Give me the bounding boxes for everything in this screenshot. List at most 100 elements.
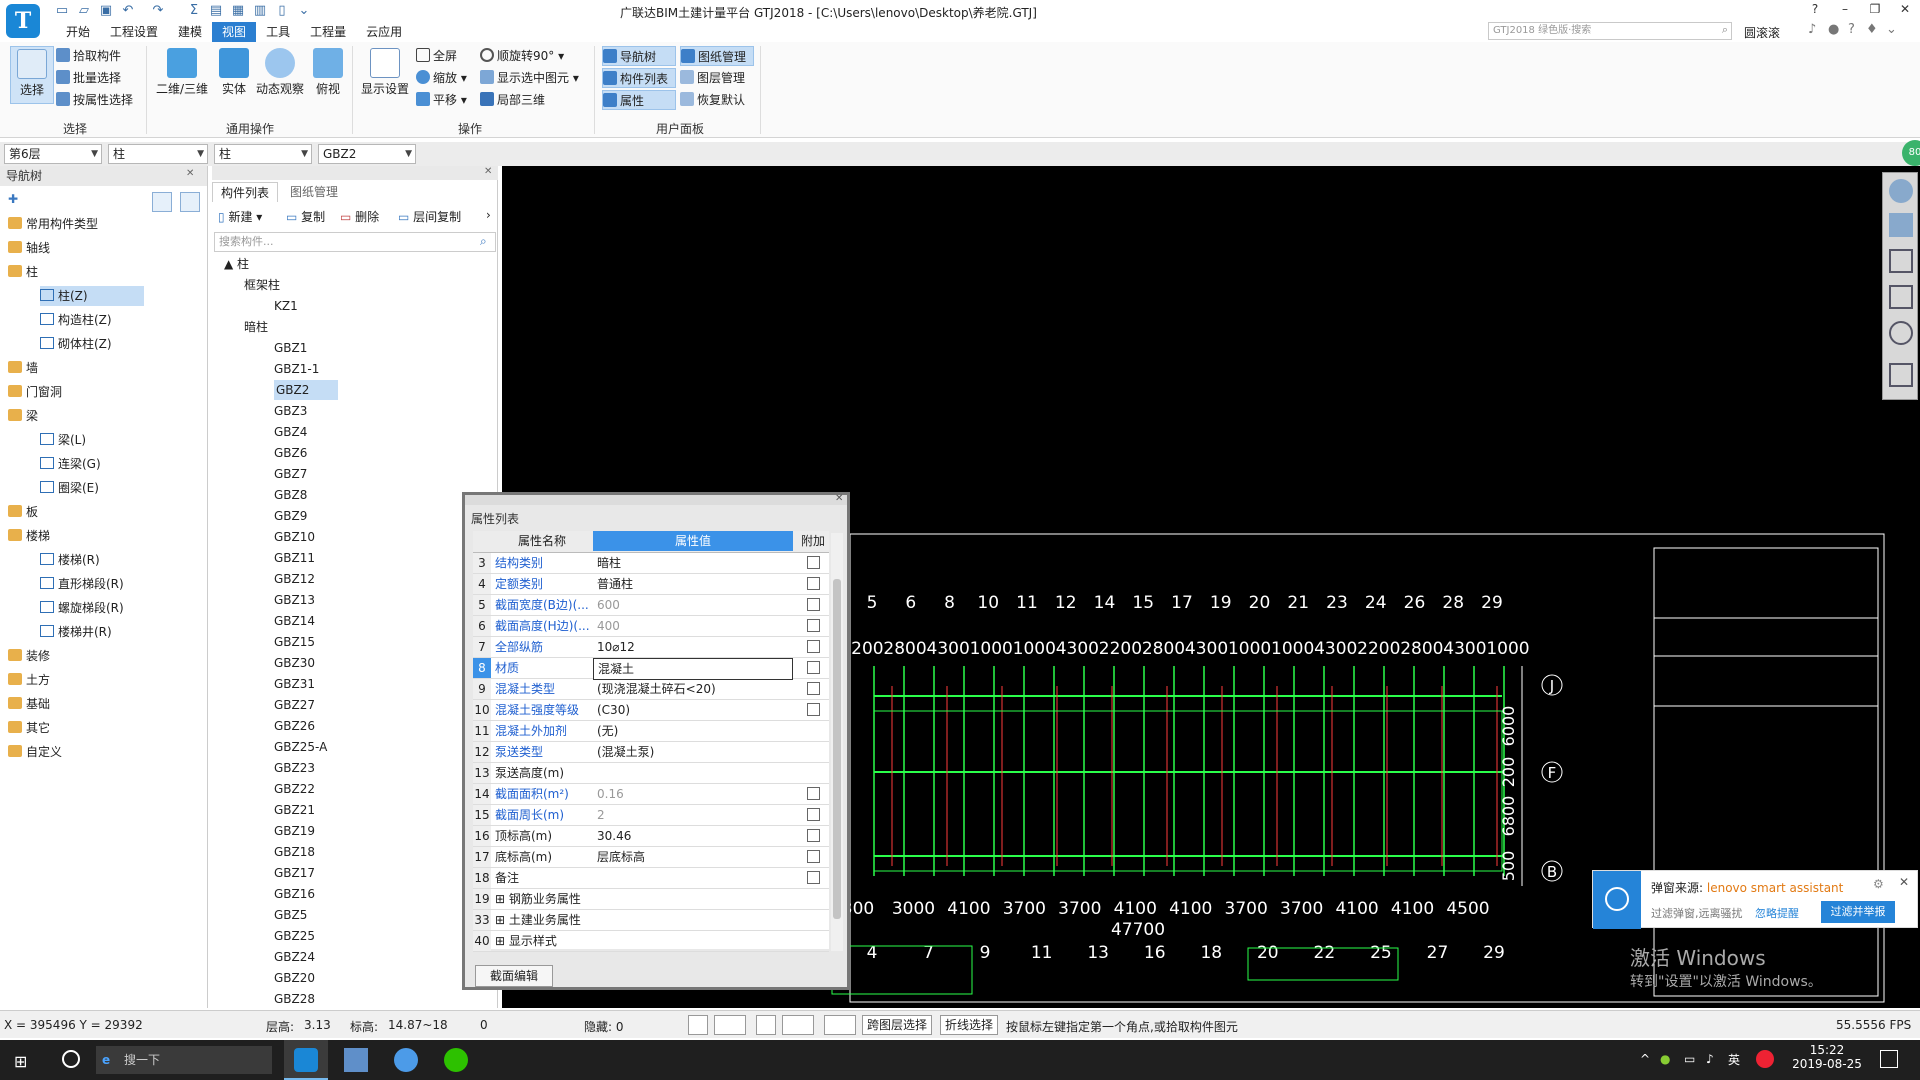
orbit-button[interactable]: 动态观察 [254,46,306,104]
tree-item[interactable]: GBZ24 [274,947,315,967]
nav-tree-leaf[interactable]: 直形梯段(R) [40,574,124,594]
property-value[interactable]: 混凝土 [593,658,793,680]
list-view-icon[interactable] [152,192,172,212]
scrollbar-thumb[interactable] [833,579,841,919]
property-row[interactable]: 8 材质 混凝土 [473,658,829,680]
floor-copy-button[interactable]: ▭ 层间复制 [398,208,461,225]
tree-item[interactable]: GBZ14 [274,611,315,631]
search-icon[interactable]: ⌕ [480,234,487,249]
property-value[interactable]: 400 [593,616,793,636]
offset-icon[interactable] [824,1015,856,1035]
chevron-down-icon[interactable]: ⌄ [1886,22,1897,37]
local-3d-button[interactable]: 局部三维 [480,90,545,110]
nav-tree-leaf[interactable]: 柱(Z) [40,286,144,306]
property-row[interactable]: 5 截面宽度(B边)(... 600 [473,595,829,616]
nav-tree-leaf[interactable]: 砌体柱(Z) [40,334,112,354]
property-row[interactable]: 3 结构类别 暗柱 [473,553,829,574]
property-value[interactable]: 0.16 [593,784,793,804]
tree-item[interactable]: GBZ16 [274,884,315,904]
extra-checkbox[interactable] [807,619,820,632]
nav-tree-folder[interactable]: 常用构件类型 [8,214,98,234]
tree-item[interactable]: GBZ11 [274,548,315,568]
message-icon[interactable]: ● [1828,22,1839,37]
nav-tree-folder[interactable]: 装修 [8,646,50,666]
gear-icon[interactable]: ⚙ [1873,877,1884,891]
customize-icon[interactable]: ⌄ [296,3,312,19]
tree-item[interactable]: GBZ7 [274,464,307,484]
save-icon[interactable]: ▣ [98,3,114,19]
tree-item[interactable]: GBZ28 [274,989,315,1009]
section-edit-button[interactable]: 截面编辑 [475,965,553,987]
property-row[interactable]: 11 混凝土外加剂 (无) [473,721,829,742]
extra-checkbox[interactable] [807,787,820,800]
nav-tree-leaf[interactable]: 梁(L) [40,430,86,450]
tree-item[interactable]: GBZ22 [274,779,315,799]
close-icon[interactable]: ✕ [835,493,843,504]
check-icon[interactable]: ▦ [230,3,246,19]
tree-item[interactable]: GBZ18 [274,842,315,862]
top-view-button[interactable]: 俯视 [306,46,350,104]
tray-app-icon[interactable]: ● [1660,1052,1670,1066]
tree-item[interactable]: GBZ25 [274,926,315,946]
tree-item[interactable]: GBZ9 [274,506,307,526]
property-row[interactable]: 6 截面高度(H边)(... 400 [473,616,829,637]
grid-view-icon[interactable] [180,192,200,212]
redo-icon[interactable]: ↷ [150,3,166,19]
more-icon[interactable]: › [486,208,491,222]
tab-project-settings[interactable]: 工程设置 [100,22,168,42]
nav-tree-folder[interactable]: 轴线 [8,238,50,258]
zoom-button[interactable]: 缩放 ▾ [416,68,467,88]
extra-checkbox[interactable] [807,598,820,611]
tray-expand-icon[interactable]: ^ [1640,1052,1650,1066]
extra-checkbox[interactable] [807,682,820,695]
windows-start-icon[interactable]: ⊞ [14,1052,27,1071]
box-icon[interactable] [1889,249,1913,273]
tab-drawing-manager[interactable]: 图纸管理 [282,182,346,202]
expand-icon[interactable]: ⊞ [495,934,509,948]
tree-item[interactable]: GBZ8 [274,485,307,505]
extra-checkbox[interactable] [807,640,820,653]
bell-icon[interactable]: ♪ [1808,22,1816,37]
extra-checkbox[interactable] [807,871,820,884]
property-value[interactable]: 10⌀12 [593,637,793,657]
close-icon[interactable]: ✕ [484,166,492,177]
tab-cloud[interactable]: 云应用 [356,22,412,42]
tree-item[interactable]: GBZ19 [274,821,315,841]
tab-tools[interactable]: 工具 [256,22,300,42]
tree-item[interactable]: GBZ31 [274,674,315,694]
nav-tree-folder[interactable]: 梁 [8,406,38,426]
property-value[interactable]: 暗柱 [593,553,793,573]
extra-checkbox[interactable] [807,703,820,716]
property-value[interactable]: (现浇混凝土碎石<20) [593,679,793,699]
tree-item[interactable]: GBZ6 [274,443,307,463]
tree-item[interactable]: GBZ30 [274,653,315,673]
cortana-icon[interactable] [62,1050,80,1068]
show-selected-button[interactable]: 显示选中图元 ▾ [480,68,579,88]
tab-start[interactable]: 开始 [56,22,100,42]
extra-checkbox[interactable] [807,556,820,569]
tree-item[interactable]: GBZ3 [274,401,307,421]
nav-tree-folder[interactable]: 土方 [8,670,50,690]
sogou-icon[interactable] [1756,1050,1774,1068]
open-file-icon[interactable]: ▱ [76,3,92,19]
nav-tree-folder[interactable]: 墙 [8,358,38,378]
extra-checkbox[interactable] [807,661,820,674]
tab-modeling[interactable]: 建模 [168,22,212,42]
property-row[interactable]: 16 顶标高(m) 30.46 [473,826,829,847]
nav-tree-folder[interactable]: 柱 [8,262,38,282]
report-icon[interactable]: ▤ [208,3,224,19]
taskbar-browser[interactable] [384,1040,428,1080]
nav-tree-leaf[interactable]: 连梁(G) [40,454,101,474]
cross-layer-select-button[interactable]: 跨图层选择 [862,1015,933,1035]
nav-tree-leaf[interactable]: 圈梁(E) [40,478,99,498]
drawing-manager-toggle[interactable]: 图纸管理 [680,46,754,66]
extra-checkbox[interactable] [807,808,820,821]
filter-report-button[interactable]: 过滤并举报 [1821,901,1895,923]
user-name[interactable]: 圆滚滚 [1744,24,1780,41]
extra-checkbox[interactable] [807,850,820,863]
property-row[interactable]: 18 备注 [473,868,829,889]
tree-item[interactable]: GBZ15 [274,632,315,652]
property-value[interactable]: (无) [593,721,793,741]
nav-tree-folder[interactable]: 基础 [8,694,50,714]
nav-tree-toggle[interactable]: 导航树 [602,46,676,66]
